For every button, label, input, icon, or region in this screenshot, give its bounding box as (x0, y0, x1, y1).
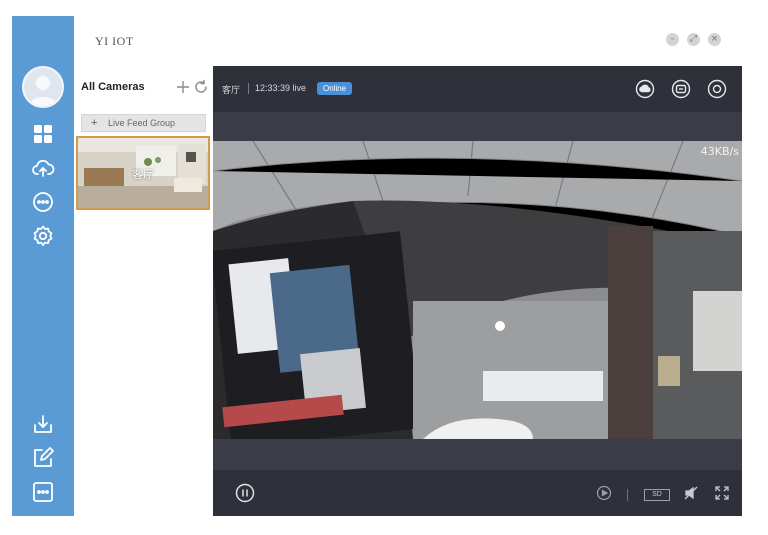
download-icon[interactable] (31, 412, 55, 436)
camera-name-label: 客厅 (132, 169, 154, 181)
grid-icon[interactable] (31, 122, 55, 146)
refresh-icon[interactable] (193, 79, 209, 95)
chat-icon[interactable] (31, 190, 55, 214)
pause-button[interactable] (235, 483, 255, 503)
avatar[interactable] (22, 66, 64, 108)
live-feed-group-label: Live Feed Group (108, 118, 176, 128)
cloud-icon[interactable] (635, 79, 655, 99)
message-icon[interactable] (671, 79, 691, 99)
add-live-feed-group-button[interactable]: + Live Feed Group (81, 114, 206, 132)
fullscreen-icon[interactable] (715, 486, 729, 500)
add-camera-icon[interactable] (175, 79, 191, 95)
app-title: YI IOT (95, 34, 134, 48)
sidebar (12, 16, 74, 516)
close-button[interactable]: × (708, 33, 721, 46)
status-badge: Online (317, 82, 353, 95)
camera-list-item[interactable]: 客厅 (76, 136, 210, 210)
playback-controls: SD (213, 470, 742, 516)
minimize-button[interactable]: – (666, 33, 679, 46)
cloud-upload-icon[interactable] (31, 156, 55, 180)
live-video-feed[interactable]: 43KB/s (213, 141, 742, 439)
quality-sd-button[interactable]: SD (644, 489, 670, 501)
edit-icon[interactable] (31, 446, 55, 470)
more-icon[interactable] (31, 480, 55, 504)
playback-icon[interactable] (596, 485, 612, 501)
camera-list-header: All Cameras (81, 81, 145, 93)
mute-icon[interactable] (684, 486, 698, 500)
settings-icon[interactable] (31, 224, 55, 248)
divider (627, 489, 628, 501)
camera-thumbnail: 客厅 (78, 138, 208, 208)
restore-button[interactable]: ⤢ (687, 33, 700, 46)
video-player: 客厅 12:33:39 live Online 43KB/s SD (213, 66, 742, 516)
plus-icon: + (91, 117, 98, 129)
player-camera-name: 客厅 (222, 85, 241, 95)
divider (248, 83, 249, 94)
capture-icon[interactable] (707, 79, 727, 99)
live-timestamp: 12:33:39 live (255, 83, 307, 93)
player-toolbar: 客厅 12:33:39 live Online (213, 66, 742, 112)
bitrate-label: 43KB/s (700, 145, 739, 158)
user-icon (29, 76, 57, 106)
